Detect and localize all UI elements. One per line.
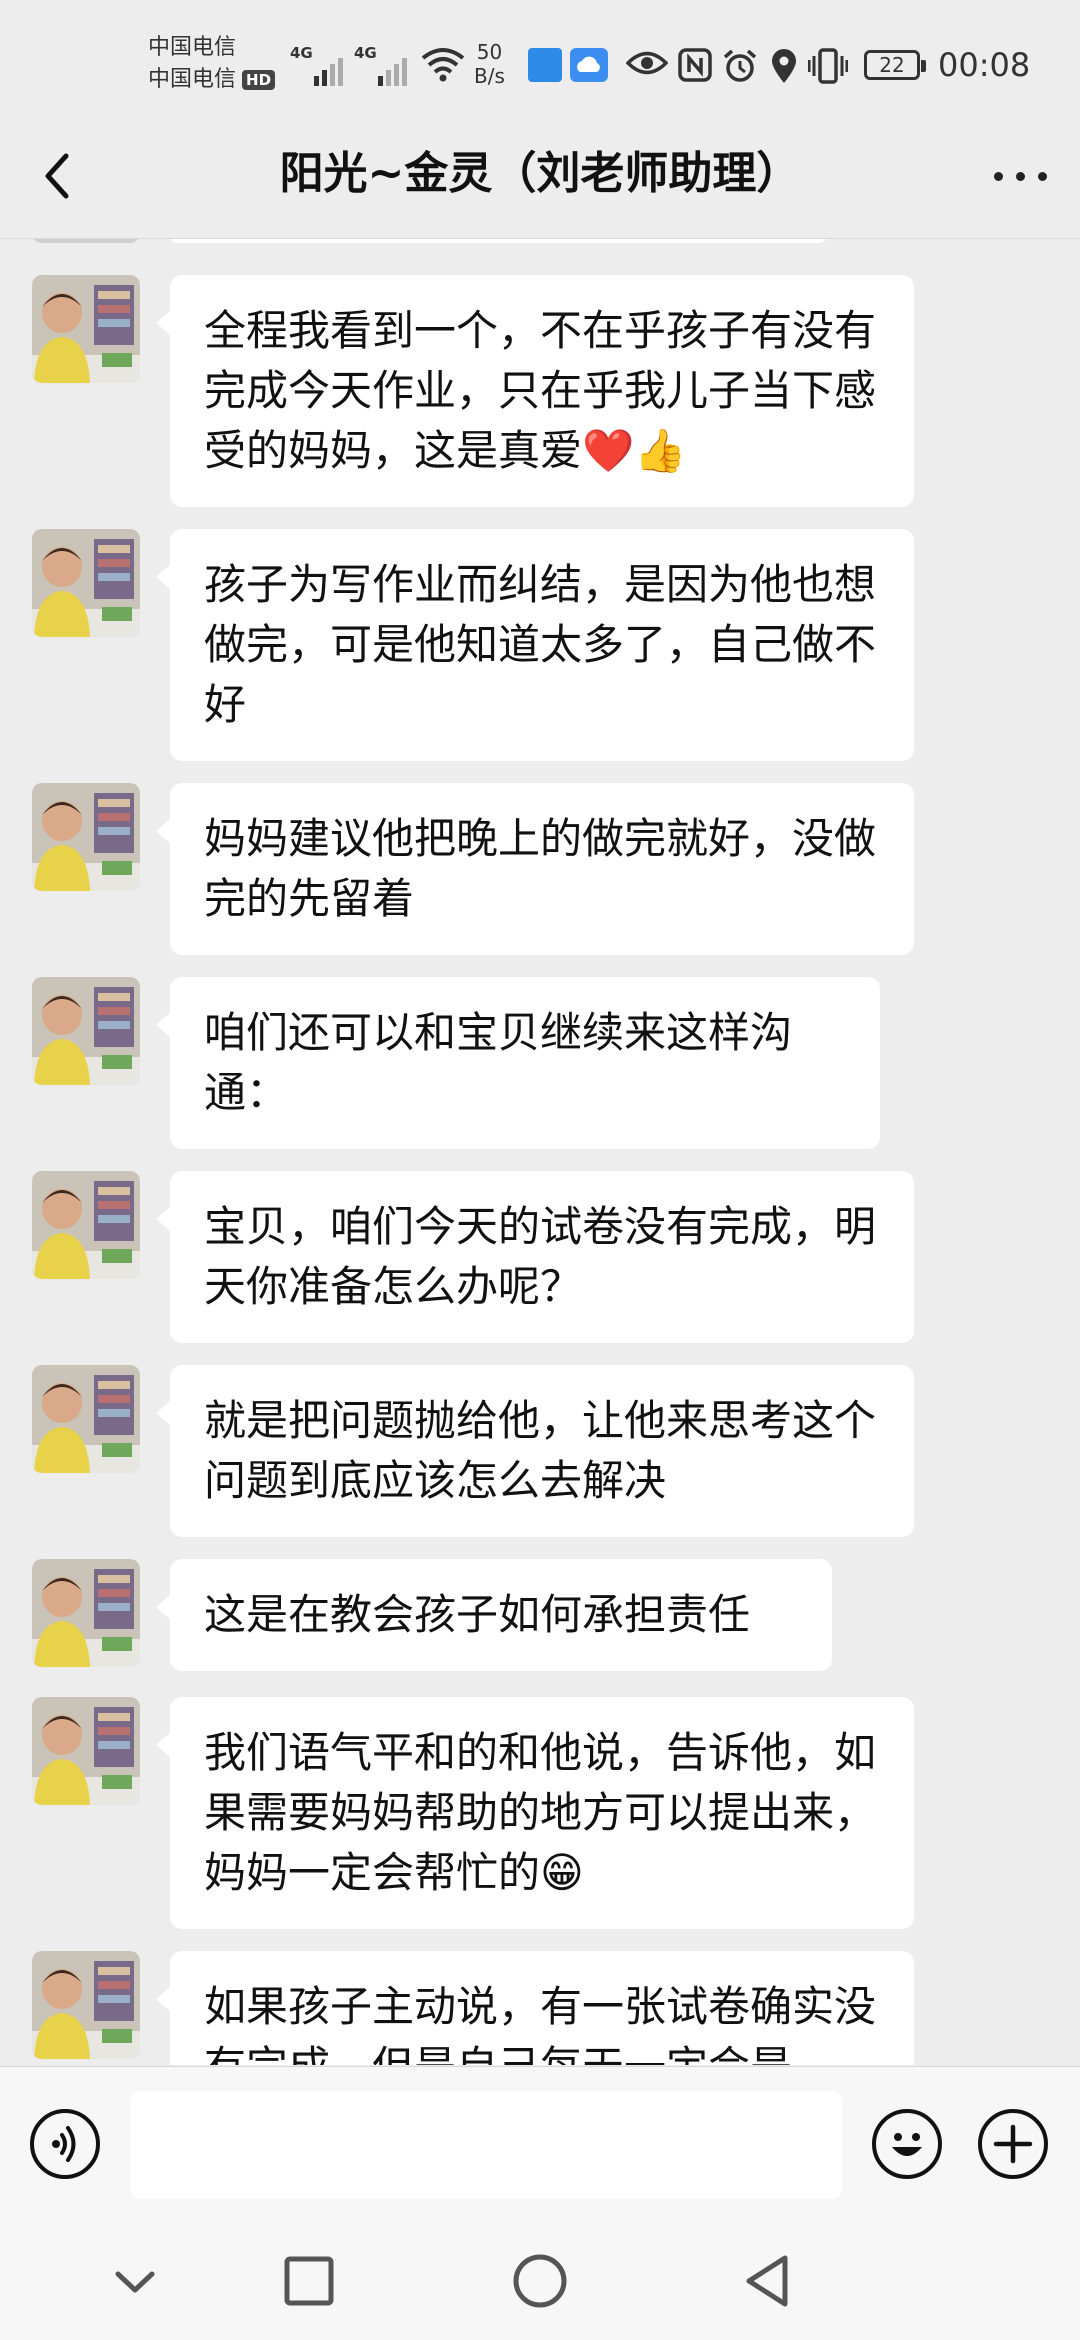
message-input[interactable]	[130, 2091, 842, 2199]
voice-input-button[interactable]	[30, 2109, 100, 2179]
alarm-icon	[723, 49, 757, 82]
network-speed: 50 B/s	[474, 40, 505, 88]
avatar[interactable]	[32, 977, 140, 1085]
chat-title: 阳光~金灵（刘老师助理）	[279, 148, 801, 199]
more-functions-button[interactable]	[978, 2109, 1048, 2179]
message-bubble[interactable]: 如果孩子主动说，有一张试卷确实没有完成，但是自己每天一定会是	[156, 1951, 914, 2065]
location-icon	[772, 49, 796, 83]
chat-message-list[interactable]: 全程我看到一个，不在乎孩子有没有完成今天作业，只在乎我儿子当下感受的妈妈，这是真…	[0, 239, 1080, 2065]
carrier-label: 中国电信	[148, 67, 237, 92]
system-navigation-bar	[0, 2222, 1080, 2340]
avatar[interactable]	[32, 1951, 140, 2059]
voice-icon	[52, 2126, 76, 2162]
recent-apps-square-icon[interactable]	[274, 2246, 344, 2316]
carrier-label: 中国电信	[148, 35, 237, 60]
avatar[interactable]	[32, 1365, 140, 1473]
battery-indicator: 22	[864, 50, 926, 80]
message-bubble[interactable]: 孩子为写作业而纠结，是因为他也想做完，可是他知道太多了，自己做不好	[156, 529, 914, 761]
message-bubble[interactable]: 妈妈建议他把晚上的做完就好，没做完的先留着	[156, 783, 914, 955]
avatar[interactable]	[32, 1697, 140, 1805]
avatar[interactable]	[32, 1171, 140, 1279]
back-triangle-icon[interactable]	[733, 2246, 803, 2316]
input-bar	[0, 2066, 1080, 2223]
emoji-icon	[892, 2133, 922, 2156]
app-notification-icon	[528, 48, 562, 82]
status-bar: 中国电信 中国电信 HD 4G 4G 50 B/s 22 00:08	[0, 0, 1080, 120]
signal-strength-icon: 4G	[290, 44, 350, 86]
chevron-down-icon[interactable]	[100, 2246, 170, 2316]
message-bubble[interactable]: 这是在教会孩子如何承担责任	[156, 1559, 832, 1671]
nfc-icon	[678, 48, 712, 82]
vibrate-icon	[808, 48, 848, 84]
plus-icon	[993, 2124, 1033, 2164]
message-bubble[interactable]: 宝贝，咱们今天的试卷没有完成，明天你准备怎么办呢？	[156, 1171, 914, 1343]
status-time: 00:08	[938, 46, 1031, 84]
chat-header: 阳光~金灵（刘老师助理）	[0, 120, 1080, 239]
message-bubble[interactable]: 咱们还可以和宝贝继续来这样沟通：	[156, 977, 880, 1149]
message-bubble[interactable]: 就是把问题抛给他，让他来思考这个问题到底应该怎么去解决	[156, 1365, 914, 1537]
cloud-icon	[570, 48, 608, 82]
signal-strength-icon: 4G	[354, 44, 414, 86]
avatar[interactable]	[32, 1559, 140, 1667]
partial-message-bubble	[168, 239, 828, 243]
home-circle-icon[interactable]	[505, 2246, 575, 2316]
avatar[interactable]	[32, 275, 140, 383]
partial-avatar	[32, 239, 140, 243]
wifi-icon	[421, 48, 465, 82]
message-bubble[interactable]: 全程我看到一个，不在乎孩子有没有完成今天作业，只在乎我儿子当下感受的妈妈，这是真…	[156, 275, 914, 507]
message-bubble[interactable]: 我们语气平和的和他说，告诉他，如果需要妈妈帮助的地方可以提出来，妈妈一定会帮忙的…	[156, 1697, 914, 1929]
hd-badge: HD	[242, 70, 276, 90]
more-dots-icon	[994, 172, 1003, 181]
emoji-button[interactable]	[872, 2109, 942, 2179]
avatar[interactable]	[32, 783, 140, 891]
more-options-button[interactable]	[986, 150, 1056, 200]
avatar[interactable]	[32, 529, 140, 637]
eye-icon	[626, 51, 668, 75]
